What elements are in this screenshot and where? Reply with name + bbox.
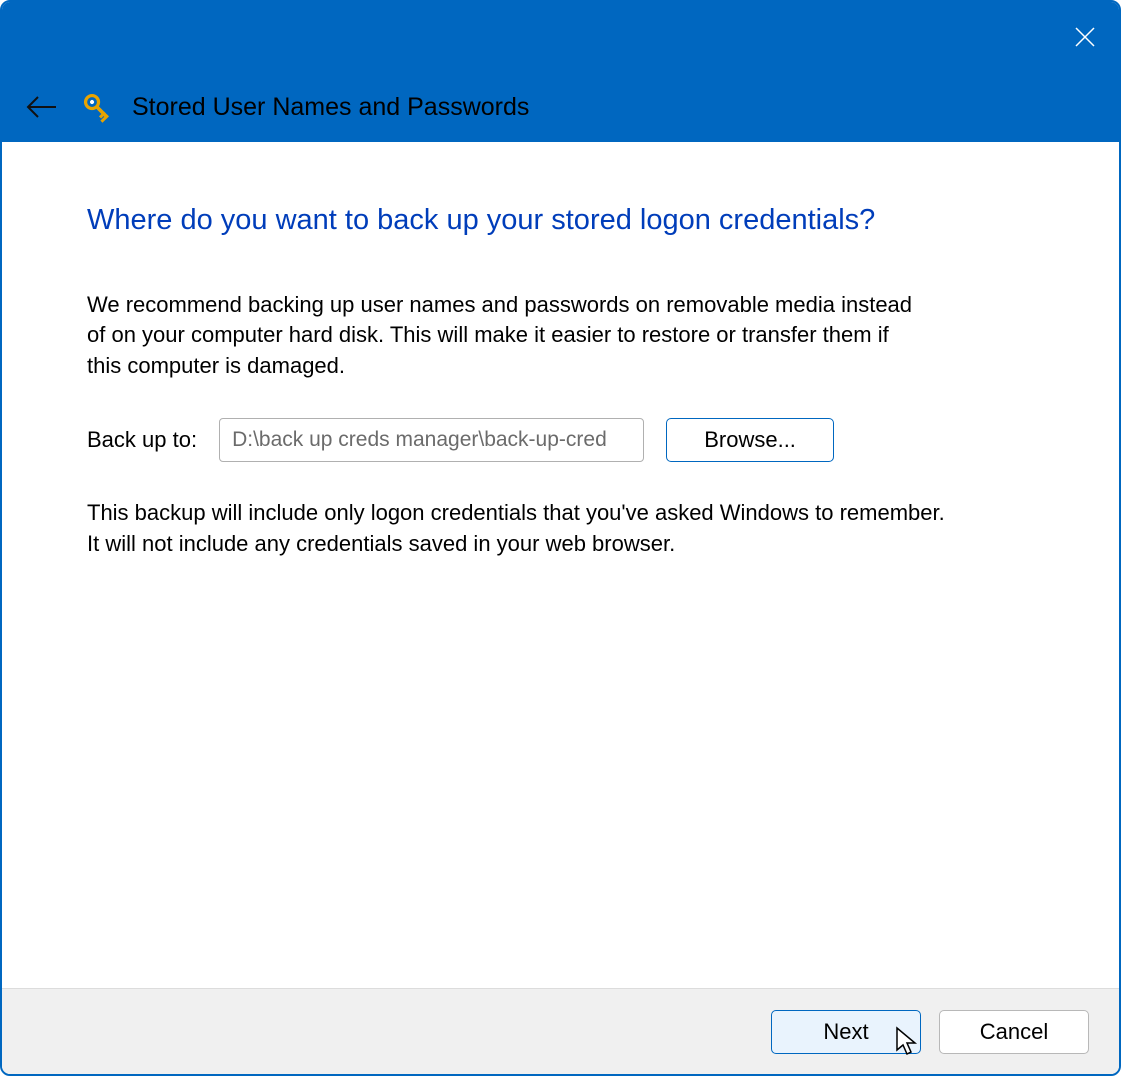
cancel-button[interactable]: Cancel (939, 1010, 1089, 1054)
page-heading: Where do you want to back up your stored… (87, 202, 1039, 240)
backup-label: Back up to: (87, 427, 197, 453)
header-bar: Stored User Names and Passwords (2, 72, 1119, 142)
dialog-window: Stored User Names and Passwords Where do… (0, 0, 1121, 1076)
instruction-text: We recommend backing up user names and p… (87, 290, 927, 382)
key-icon (80, 90, 114, 124)
header-title: Stored User Names and Passwords (132, 93, 529, 122)
browse-button[interactable]: Browse... (666, 418, 834, 462)
back-arrow-icon (25, 94, 59, 120)
close-button[interactable] (1069, 21, 1101, 53)
backup-row: Back up to: Browse... (87, 418, 1039, 462)
footer: Next Cancel (2, 988, 1119, 1074)
backup-path-input[interactable] (219, 418, 644, 462)
next-button[interactable]: Next (771, 1010, 921, 1054)
titlebar (2, 2, 1119, 72)
note-text: This backup will include only logon cred… (87, 498, 947, 560)
close-icon (1073, 25, 1097, 49)
back-button[interactable] (22, 87, 62, 127)
content-area: Where do you want to back up your stored… (2, 142, 1119, 988)
